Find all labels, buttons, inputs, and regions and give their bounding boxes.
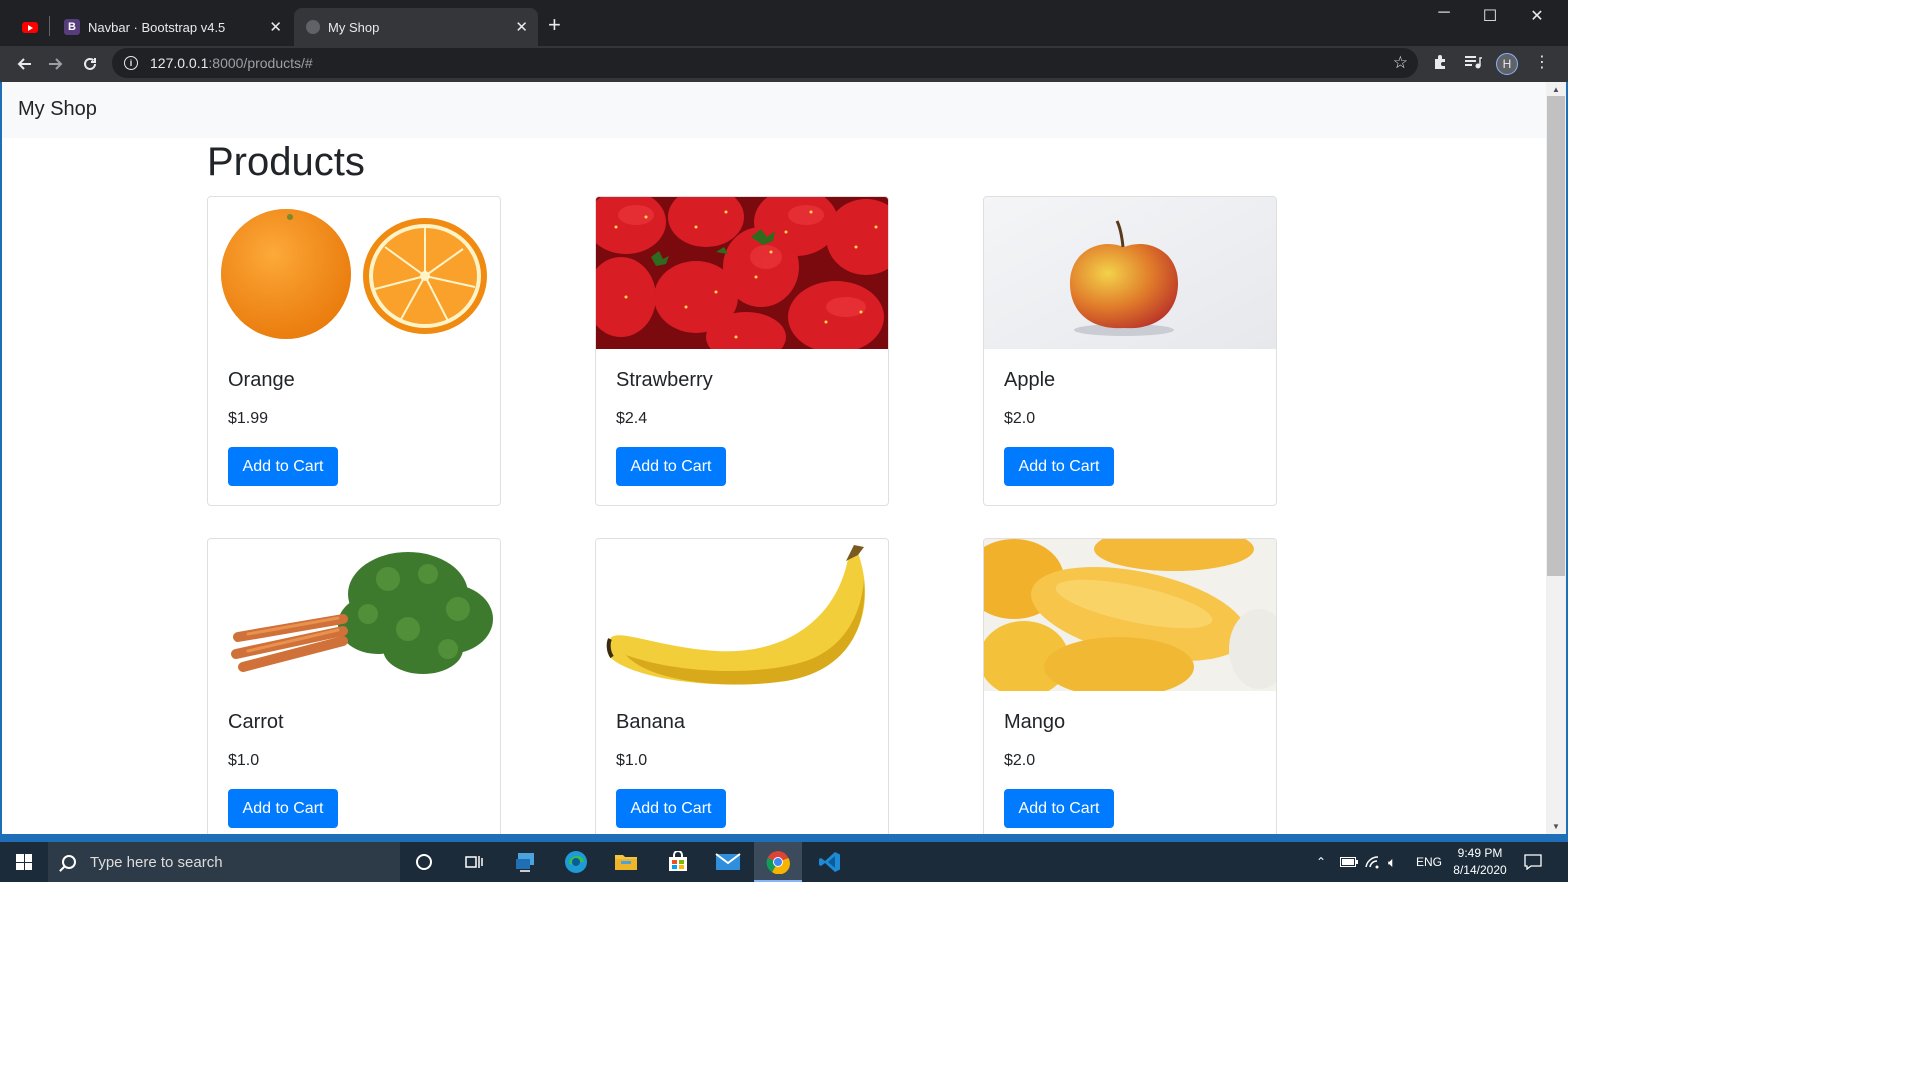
- forward-button[interactable]: [44, 52, 68, 76]
- product-image-banana: [596, 539, 888, 691]
- clock-time: 9:49 PM: [1457, 846, 1503, 860]
- site-navbar: My Shop: [2, 82, 1546, 138]
- product-image-apple: [984, 197, 1276, 349]
- navbar-brand[interactable]: My Shop: [18, 98, 97, 121]
- forward-arrow-icon: [49, 58, 63, 70]
- close-tab-icon[interactable]: ✕: [515, 18, 528, 36]
- new-tab-button[interactable]: +: [548, 14, 561, 36]
- youtube-icon: [22, 21, 38, 33]
- wifi-icon[interactable]: [1364, 842, 1380, 882]
- mail-icon[interactable]: [704, 846, 752, 878]
- tab-youtube[interactable]: [14, 16, 46, 38]
- task-view-icon[interactable]: [450, 846, 498, 878]
- product-image-mango: [984, 539, 1276, 691]
- product-price: $2.0: [1004, 410, 1036, 427]
- back-arrow-icon: [17, 58, 31, 70]
- search-placeholder: Type here to search: [90, 853, 223, 871]
- product-image-carrot: [208, 539, 500, 691]
- add-to-cart-button[interactable]: Add to Cart: [228, 447, 338, 486]
- scrollbar-thumb[interactable]: [1547, 96, 1565, 576]
- battery-icon[interactable]: [1340, 842, 1358, 882]
- product-image-orange: [208, 197, 500, 349]
- address-bar[interactable]: i 127.0.0.1:8000/products/# ☆: [112, 48, 1418, 78]
- chrome-icon[interactable]: [754, 842, 802, 882]
- reload-icon: [84, 57, 96, 70]
- browser-toolbar: i 127.0.0.1:8000/products/# ☆ H ⋮: [0, 46, 1568, 82]
- product-card-banana: Banana $1.0 Add to Cart: [595, 538, 889, 834]
- add-to-cart-button[interactable]: Add to Cart: [228, 789, 338, 828]
- show-hidden-icons[interactable]: ⌃: [1316, 842, 1326, 882]
- system-clock[interactable]: 9:49 PM 8/14/2020: [1444, 845, 1516, 879]
- product-image-strawberry: [596, 197, 888, 349]
- product-name: Strawberry: [616, 369, 713, 391]
- tab-my-shop[interactable]: My Shop ✕: [294, 8, 538, 46]
- add-to-cart-button[interactable]: Add to Cart: [616, 447, 726, 486]
- close-window-button[interactable]: ✕: [1514, 6, 1560, 26]
- windows-taskbar: Type here to search ⌃ 🔈︎ ENG 9:49 PM 8/1…: [0, 842, 1568, 882]
- product-price: $2.0: [1004, 752, 1036, 769]
- volume-icon[interactable]: 🔈︎: [1388, 842, 1396, 882]
- search-icon: [62, 855, 76, 869]
- product-name: Apple: [1004, 369, 1056, 391]
- product-price: $1.99: [228, 410, 269, 427]
- product-name: Orange: [228, 369, 295, 391]
- language-indicator[interactable]: ENG: [1416, 842, 1442, 882]
- taskbar-search[interactable]: Type here to search: [48, 842, 400, 882]
- add-to-cart-button[interactable]: Add to Cart: [1004, 789, 1114, 828]
- tab-title: My Shop: [328, 19, 380, 35]
- close-tab-icon[interactable]: ✕: [269, 18, 282, 36]
- tab-title: Navbar · Bootstrap v4.5: [88, 19, 226, 35]
- page-viewport: My Shop Products Orange $1.99 Add to Car…: [0, 82, 1546, 834]
- site-info-icon[interactable]: i: [124, 56, 138, 70]
- product-price: $1.0: [228, 752, 260, 769]
- url-text[interactable]: 127.0.0.1:8000/products/#: [150, 55, 313, 71]
- product-card-carrot: Carrot $1.0 Add to Cart: [207, 538, 501, 834]
- chrome-menu-icon[interactable]: ⋮: [1534, 52, 1550, 72]
- page-scrollbar[interactable]: ▲ ▼: [1546, 82, 1568, 834]
- tab-bootstrap-navbar[interactable]: B Navbar · Bootstrap v4.5 ✕: [54, 8, 292, 46]
- minimize-button[interactable]: ─: [1421, 4, 1467, 22]
- windows-logo-icon: [16, 854, 32, 870]
- active-app-indicator: [754, 880, 802, 882]
- scroll-down-icon[interactable]: ▼: [1552, 822, 1560, 831]
- clock-date: 8/14/2020: [1453, 863, 1507, 877]
- bootstrap-icon: B: [64, 19, 80, 35]
- reload-button[interactable]: [78, 52, 102, 76]
- remote-desktop-icon[interactable]: [502, 846, 550, 878]
- cortana-icon[interactable]: [400, 846, 448, 878]
- add-to-cart-button[interactable]: Add to Cart: [616, 789, 726, 828]
- product-price: $2.4: [616, 410, 648, 427]
- globe-icon: [306, 20, 320, 34]
- store-icon[interactable]: [654, 846, 702, 878]
- product-price: $1.0: [616, 752, 648, 769]
- page-title: Products: [207, 140, 365, 184]
- extensions-icon[interactable]: [1432, 54, 1448, 75]
- bookmark-star-icon[interactable]: ☆: [1393, 53, 1408, 73]
- add-to-cart-button[interactable]: Add to Cart: [1004, 447, 1114, 486]
- edge-icon[interactable]: [552, 846, 600, 878]
- product-card-apple: Apple $2.0 Add to Cart: [983, 196, 1277, 506]
- window-bottom-edge: [0, 834, 1568, 842]
- scroll-up-icon[interactable]: ▲: [1552, 85, 1560, 94]
- product-card-mango: Mango $2.0 Add to Cart: [983, 538, 1277, 834]
- product-name: Mango: [1004, 711, 1066, 733]
- start-button[interactable]: [0, 842, 48, 882]
- tab-separator: [49, 16, 50, 36]
- back-button[interactable]: [12, 52, 36, 76]
- product-card-orange: Orange $1.99 Add to Cart: [207, 196, 501, 506]
- vscode-icon[interactable]: [806, 846, 854, 878]
- browser-tab-strip: B Navbar · Bootstrap v4.5 ✕ My Shop ✕ + …: [0, 0, 1568, 46]
- product-card-strawberry: Strawberry $2.4 Add to Cart: [595, 196, 889, 506]
- media-control-icon[interactable]: [1464, 54, 1482, 75]
- maximize-button[interactable]: ☐: [1467, 6, 1513, 26]
- notifications-icon[interactable]: [1524, 842, 1542, 882]
- file-explorer-icon[interactable]: [602, 846, 650, 878]
- product-name: Banana: [616, 711, 685, 733]
- profile-avatar[interactable]: H: [1496, 53, 1518, 75]
- product-name: Carrot: [228, 711, 284, 733]
